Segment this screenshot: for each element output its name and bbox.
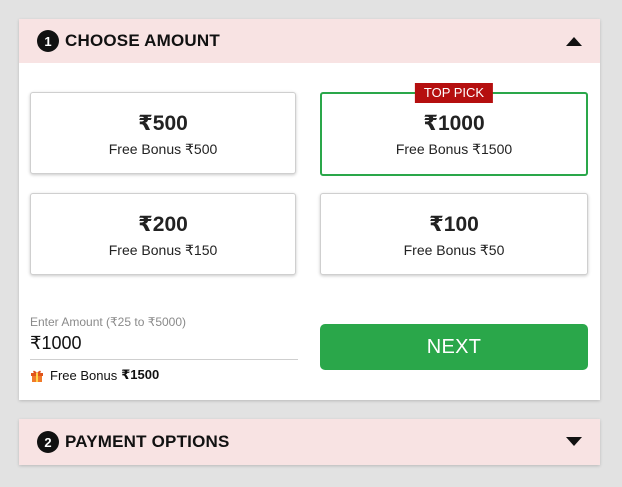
amount-option-1000[interactable]: TOP PICK ₹1000 Free Bonus ₹1500 bbox=[320, 83, 588, 176]
option-bonus: Free Bonus ₹1500 bbox=[395, 141, 513, 157]
amount-option-200[interactable]: ₹200 Free Bonus ₹150 bbox=[30, 193, 296, 275]
chevron-down-icon[interactable] bbox=[566, 437, 582, 447]
section-title: PAYMENT OPTIONS bbox=[65, 432, 230, 451]
choose-amount-header[interactable]: 1 CHOOSE AMOUNT bbox=[19, 19, 600, 63]
amount-option-100[interactable]: ₹100 Free Bonus ₹50 bbox=[320, 193, 588, 275]
payment-options-section: 2 PAYMENT OPTIONS bbox=[19, 419, 600, 465]
option-amount: ₹200 bbox=[138, 213, 188, 236]
top-pick-badge: TOP PICK bbox=[414, 83, 494, 103]
step-number-badge: 2 bbox=[37, 431, 59, 453]
chevron-up-icon[interactable] bbox=[566, 36, 582, 46]
step-number-badge: 1 bbox=[37, 30, 59, 52]
bonus-value: ₹1500 bbox=[121, 367, 160, 382]
option-bonus: Free Bonus ₹150 bbox=[108, 242, 218, 258]
next-button[interactable]: NEXT bbox=[320, 324, 588, 370]
bonus-label: Free Bonus bbox=[50, 367, 118, 383]
option-bonus: Free Bonus ₹50 bbox=[403, 242, 505, 258]
amount-input[interactable] bbox=[30, 329, 298, 360]
amount-option-500[interactable]: ₹500 Free Bonus ₹500 bbox=[30, 92, 296, 174]
amount-field-group: Enter Amount (₹25 to ₹5000) Free Bonus ₹… bbox=[30, 315, 298, 383]
option-amount: ₹100 bbox=[429, 213, 479, 236]
gift-icon bbox=[30, 368, 44, 382]
option-bonus: Free Bonus ₹500 bbox=[108, 141, 218, 157]
option-amount: ₹1000 bbox=[423, 112, 485, 135]
bonus-info: Free Bonus ₹1500 bbox=[30, 367, 298, 383]
section-title: CHOOSE AMOUNT bbox=[65, 31, 220, 50]
option-amount: ₹500 bbox=[138, 112, 188, 135]
choose-amount-section: 1 CHOOSE AMOUNT ₹500 Free Bonus ₹500 TOP… bbox=[19, 19, 600, 400]
payment-options-header[interactable]: 2 PAYMENT OPTIONS bbox=[19, 419, 600, 465]
amount-field-label: Enter Amount (₹25 to ₹5000) bbox=[30, 315, 187, 329]
